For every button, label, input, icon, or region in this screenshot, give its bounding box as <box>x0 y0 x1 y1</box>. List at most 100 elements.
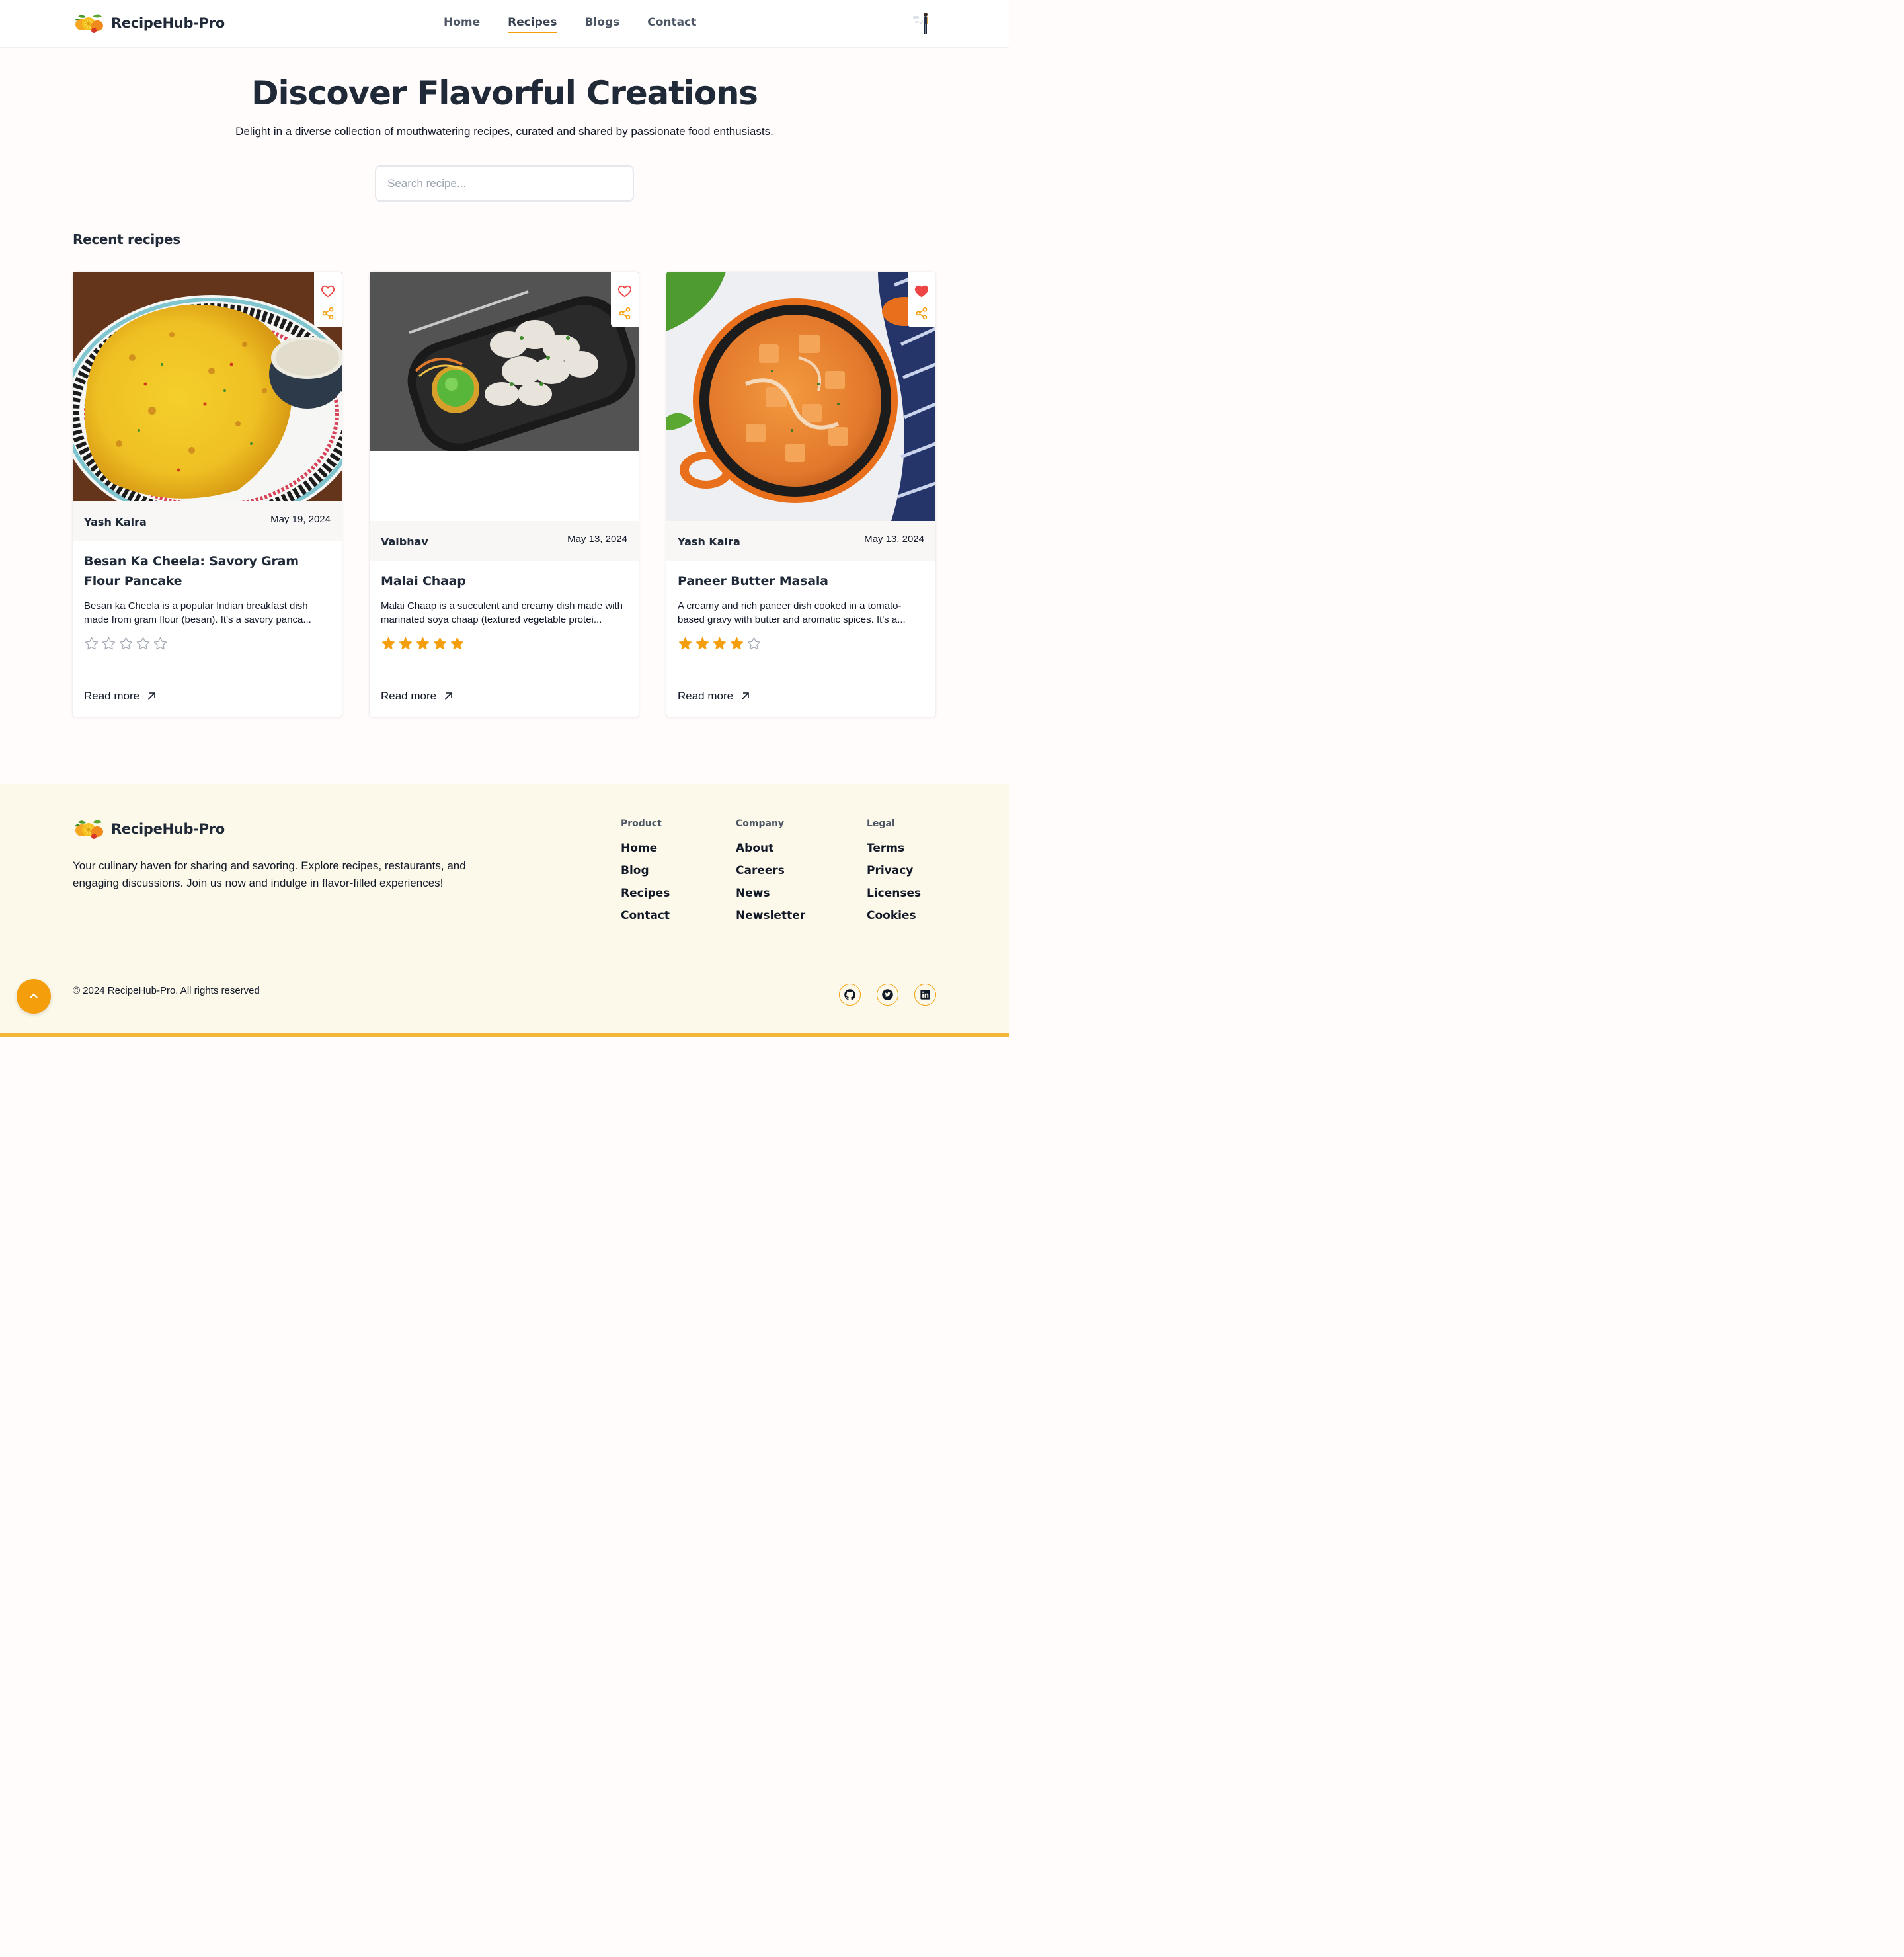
star-empty-icon[interactable] <box>101 636 116 651</box>
star-empty-icon[interactable] <box>153 636 168 651</box>
star-filled-icon[interactable] <box>678 636 693 651</box>
card-author: Yash Kalra <box>678 536 740 548</box>
twitter-link[interactable] <box>877 984 898 1006</box>
heart-icon[interactable] <box>321 284 335 298</box>
share-icon[interactable] <box>618 307 631 320</box>
read-more-link[interactable]: Read more <box>678 690 750 703</box>
card-author: Vaibhav <box>381 536 428 548</box>
footer-brand-name: RecipeHub-Pro <box>111 821 225 837</box>
rating-stars[interactable] <box>678 636 762 651</box>
read-more-link[interactable]: Read more <box>381 690 454 703</box>
star-filled-icon[interactable] <box>432 636 448 651</box>
recipe-card: Yash Kalra May 19, 2024 Besan Ka Cheela:… <box>73 272 342 717</box>
footer-col-product: Product Home Blog Recipes Contact <box>621 819 670 932</box>
star-empty-icon[interactable] <box>746 636 762 651</box>
nav-blogs[interactable]: Blogs <box>585 16 620 33</box>
star-filled-icon[interactable] <box>415 636 430 651</box>
footer-link-licenses[interactable]: Licenses <box>867 887 921 900</box>
footer-brand-logo[interactable]: RecipeHub-Pro <box>73 817 225 841</box>
search-input[interactable] <box>375 165 634 202</box>
rating-stars[interactable] <box>381 636 465 651</box>
star-filled-icon[interactable] <box>695 636 710 651</box>
github-icon <box>844 989 855 1000</box>
footer-link-terms[interactable]: Terms <box>867 842 921 856</box>
site-footer: RecipeHub-Pro Your culinary haven for sh… <box>0 784 1009 1037</box>
linkedin-link[interactable] <box>914 984 936 1006</box>
footer-description: Your culinary haven for sharing and savo… <box>73 859 466 889</box>
top-header: RecipeHub-Pro Home Recipes Blogs Contact <box>0 0 1009 48</box>
footer-link-contact[interactable]: Contact <box>621 909 670 923</box>
star-filled-icon[interactable] <box>450 636 465 651</box>
card-meta: Yash Kalra May 19, 2024 <box>73 501 342 541</box>
star-empty-icon[interactable] <box>136 636 151 651</box>
footer-link-careers[interactable]: Careers <box>736 864 805 878</box>
star-empty-icon[interactable] <box>118 636 134 651</box>
footer-link-news[interactable]: News <box>736 887 805 900</box>
footer-col-title: Legal <box>867 819 895 829</box>
footer-link-home[interactable]: Home <box>621 842 670 856</box>
footer-link-cookies[interactable]: Cookies <box>867 909 921 923</box>
card-date: May 13, 2024 <box>864 534 924 545</box>
arrow-up-right-icon <box>444 692 452 700</box>
star-filled-icon[interactable] <box>729 636 744 651</box>
footer-link-newsletter[interactable]: Newsletter <box>736 909 805 923</box>
arrow-up-right-icon <box>741 692 749 700</box>
footer-col-company: Company About Careers News Newsletter <box>736 819 805 932</box>
fruit-logo-icon <box>75 820 103 839</box>
arrow-up-right-icon <box>147 692 155 700</box>
read-more-label: Read more <box>678 690 734 702</box>
read-more-label: Read more <box>381 690 437 702</box>
chevron-up-icon <box>30 993 38 998</box>
card-description: Malai Chaap is a succulent and creamy di… <box>381 600 623 625</box>
scroll-to-top-button[interactable] <box>17 979 51 1014</box>
card-author: Yash Kalra <box>84 516 147 528</box>
brand-name: RecipeHub-Pro <box>111 15 225 31</box>
card-meta: Yash Kalra May 13, 2024 <box>666 521 935 561</box>
malai-chaap-photo[interactable] <box>370 272 639 451</box>
paneer-butter-masala-photo[interactable] <box>666 272 935 521</box>
recipe-card: Yash Kalra May 13, 2024 Paneer Butter Ma… <box>666 272 935 717</box>
twitter-icon <box>882 989 893 1000</box>
card-date: May 13, 2024 <box>567 534 627 545</box>
hero-subtitle: Delight in a diverse collection of mouth… <box>235 125 774 138</box>
read-more-label: Read more <box>84 690 140 702</box>
card-actions <box>611 272 639 327</box>
footer-accent-bar <box>0 1033 1009 1037</box>
user-avatar-icon[interactable] <box>908 9 935 36</box>
rating-stars[interactable] <box>84 636 168 651</box>
nav-recipes[interactable]: Recipes <box>508 16 557 33</box>
heart-icon[interactable] <box>617 284 632 298</box>
card-actions <box>908 272 935 327</box>
besan-cheela-photo[interactable] <box>73 272 342 501</box>
card-description: Besan ka Cheela is a popular Indian brea… <box>84 600 311 625</box>
star-filled-icon[interactable] <box>381 636 396 651</box>
brand-logo[interactable]: RecipeHub-Pro <box>73 11 225 35</box>
card-date: May 19, 2024 <box>270 514 331 525</box>
card-description: A creamy and rich paneer dish cooked in … <box>678 600 906 625</box>
card-title[interactable]: Paneer Butter Masala <box>678 571 924 591</box>
share-icon[interactable] <box>321 307 335 320</box>
nav-contact[interactable]: Contact <box>647 16 696 33</box>
footer-link-blog[interactable]: Blog <box>621 864 670 878</box>
star-filled-icon[interactable] <box>712 636 727 651</box>
footer-col-legal: Legal Terms Privacy Licenses Cookies <box>867 819 921 932</box>
share-icon[interactable] <box>915 307 928 320</box>
footer-link-privacy[interactable]: Privacy <box>867 864 921 878</box>
nav-home[interactable]: Home <box>444 16 480 33</box>
recent-recipes-title: Recent recipes <box>73 231 180 247</box>
star-filled-icon[interactable] <box>398 636 413 651</box>
recipe-card: Vaibhav May 13, 2024 Malai Chaap Malai C… <box>370 272 639 717</box>
read-more-link[interactable]: Read more <box>84 690 157 703</box>
card-title[interactable]: Malai Chaap <box>381 571 627 591</box>
footer-col-title: Company <box>736 819 785 829</box>
card-actions <box>314 272 342 327</box>
card-title[interactable]: Besan Ka Cheela: Savory Gram Flour Panca… <box>84 551 331 591</box>
heart-filled-icon[interactable] <box>914 284 929 298</box>
github-link[interactable] <box>839 984 861 1006</box>
footer-link-recipes[interactable]: Recipes <box>621 887 670 900</box>
footer-link-about[interactable]: About <box>736 842 805 856</box>
page: RecipeHub-Pro Home Recipes Blogs Contact… <box>0 0 1009 1037</box>
star-empty-icon[interactable] <box>84 636 99 651</box>
card-meta: Vaibhav May 13, 2024 <box>370 521 639 561</box>
copyright-text: © 2024 RecipeHub-Pro. All rights reserve… <box>73 985 260 996</box>
